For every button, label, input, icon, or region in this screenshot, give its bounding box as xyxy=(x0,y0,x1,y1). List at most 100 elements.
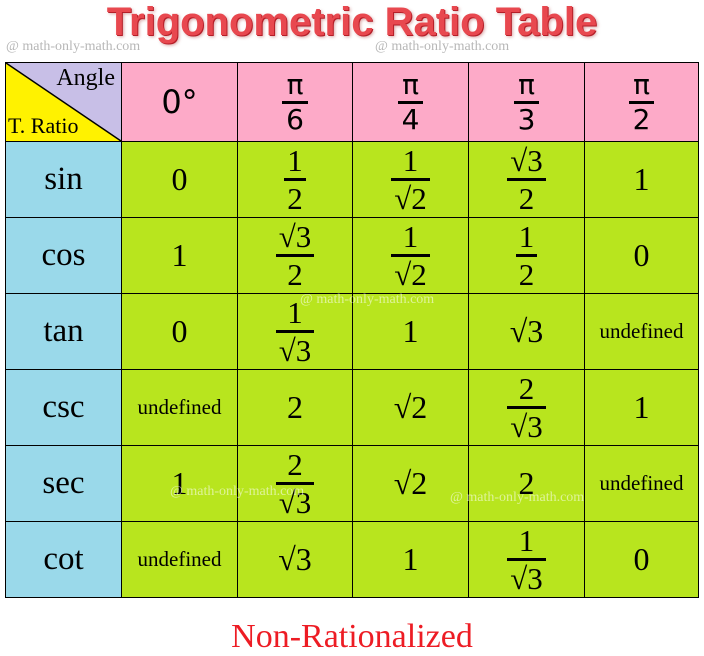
value-cell: √3 xyxy=(237,521,353,598)
ratio-value: √3 xyxy=(278,541,312,577)
watermark: @ math-only-math.com xyxy=(170,484,305,499)
page-title: Trigonometric Ratio Table xyxy=(106,0,598,44)
denominator: 3 xyxy=(517,102,536,136)
value-cell: √3 2 xyxy=(468,141,585,218)
angle-label: Angle xyxy=(56,65,115,91)
fraction: π3 xyxy=(513,67,540,136)
numerator: √3 xyxy=(278,219,312,254)
table-row: cot undefined √3 1 1 √3 0 xyxy=(5,521,699,598)
undefined-value: undefined xyxy=(599,319,684,343)
value-cell: 2 xyxy=(468,445,585,522)
fraction: 1 √2 xyxy=(391,145,430,214)
fraction: √3 2 xyxy=(275,219,315,292)
ratio-value: √3 xyxy=(509,313,544,349)
ratio-value: 0 xyxy=(633,237,650,273)
value-cell: 0 xyxy=(584,217,699,294)
angle-header-cell: 0° xyxy=(121,62,238,142)
fraction: π6 xyxy=(282,67,308,136)
value-cell: 1 xyxy=(121,217,238,294)
ratio-value: 1 xyxy=(633,389,650,425)
numerator: π xyxy=(286,67,304,101)
value-cell: √2 xyxy=(352,445,469,522)
watermark: @ math-only-math.com xyxy=(6,39,141,54)
ratio-name-cell: sec xyxy=(5,445,122,522)
table-row: sin 0 1 2 1 √2 √3 2 1 xyxy=(5,141,699,218)
header-row: Angle T. Ratio 0° π 6 π 4 π 3 π 2 xyxy=(5,62,699,142)
value-cell: undefined xyxy=(121,369,238,446)
denominator: √2 xyxy=(394,257,427,292)
fraction: π2 xyxy=(628,67,655,136)
ratio-label: T. Ratio xyxy=(8,113,79,138)
denominator: 2 xyxy=(632,102,651,136)
ratio-name-cell: csc xyxy=(5,369,122,446)
value-cell: 0 xyxy=(121,293,238,370)
denominator: √3 xyxy=(510,561,543,596)
denominator: 2 xyxy=(287,257,303,292)
ratio-value: 2 xyxy=(287,389,303,425)
fraction: 2 √3 xyxy=(507,373,546,442)
table-row: csc undefined 2 √2 2 √3 1 xyxy=(5,369,699,446)
angle-value: 0° xyxy=(161,83,198,121)
value-cell: 1 √2 xyxy=(352,217,469,294)
value-cell: 1 xyxy=(352,521,469,598)
undefined-value: undefined xyxy=(137,395,222,419)
fraction: π4 xyxy=(397,67,424,136)
value-cell: 1 xyxy=(584,141,699,218)
fraction: 1 √3 xyxy=(507,525,546,594)
angle-header-cell: π4 xyxy=(352,62,469,142)
denominator: √2 xyxy=(394,181,427,216)
ratio-value: 1 xyxy=(402,541,419,577)
denominator: √3 xyxy=(278,333,312,368)
undefined-value: undefined xyxy=(599,471,684,495)
value-cell: 2 √3 xyxy=(468,369,585,446)
value-cell: undefined xyxy=(584,293,699,370)
value-cell: √2 xyxy=(352,369,469,446)
ratio-value: 1 xyxy=(402,313,419,349)
numerator: π xyxy=(633,67,650,101)
ratio-value: √2 xyxy=(393,465,428,501)
denominator: 4 xyxy=(401,102,420,136)
ratio-name-cell: cos xyxy=(5,217,122,294)
numerator: π xyxy=(402,67,419,101)
numerator: 2 xyxy=(287,447,303,482)
fraction: 12 xyxy=(284,145,306,214)
value-cell: 12 xyxy=(468,217,585,294)
value-cell: undefined xyxy=(121,521,238,598)
denominator: 6 xyxy=(286,102,304,136)
numerator: 1 xyxy=(287,143,303,178)
numerator: 2 xyxy=(518,371,535,406)
numerator: 1 xyxy=(518,523,535,558)
table-row: sec 1 2 √3 √2 2 undefined xyxy=(5,445,699,522)
angle-header-cell: π2 xyxy=(584,62,699,142)
watermark: @ math-only-math.com xyxy=(300,292,435,307)
denominator: √3 xyxy=(510,409,543,444)
ratio-value: 1 xyxy=(633,161,650,197)
watermark: @ math-only-math.com xyxy=(375,39,510,54)
numerator: √3 xyxy=(510,143,543,178)
fraction: √3 2 xyxy=(507,145,546,214)
ratio-value: 0 xyxy=(171,313,188,349)
value-cell: undefined xyxy=(584,445,699,522)
numerator: π xyxy=(518,67,535,101)
numerator: 1 xyxy=(402,143,419,178)
value-cell: 12 xyxy=(237,141,353,218)
value-cell: 1 √2 xyxy=(352,141,469,218)
ratio-value: √2 xyxy=(393,389,428,425)
watermark: @ math-only-math.com xyxy=(450,490,585,505)
angle-header-cell: π6 xyxy=(237,62,353,142)
value-cell: √3 xyxy=(468,293,585,370)
value-cell: 1 √3 xyxy=(468,521,585,598)
ratio-name-cell: sin xyxy=(5,141,122,218)
value-cell: 0 xyxy=(121,141,238,218)
corner-cell: Angle T. Ratio xyxy=(5,62,122,142)
ratio-value: 0 xyxy=(633,541,650,577)
value-cell: 1 xyxy=(584,369,699,446)
ratio-name-cell: cot xyxy=(5,521,122,598)
denominator: 2 xyxy=(287,181,303,216)
fraction: 1 √2 xyxy=(391,221,430,290)
numerator: 1 xyxy=(402,219,419,254)
value-cell: 0 xyxy=(584,521,699,598)
angle-header-cell: π3 xyxy=(468,62,585,142)
ratio-name-cell: tan xyxy=(5,293,122,370)
denominator: 2 xyxy=(518,181,535,216)
